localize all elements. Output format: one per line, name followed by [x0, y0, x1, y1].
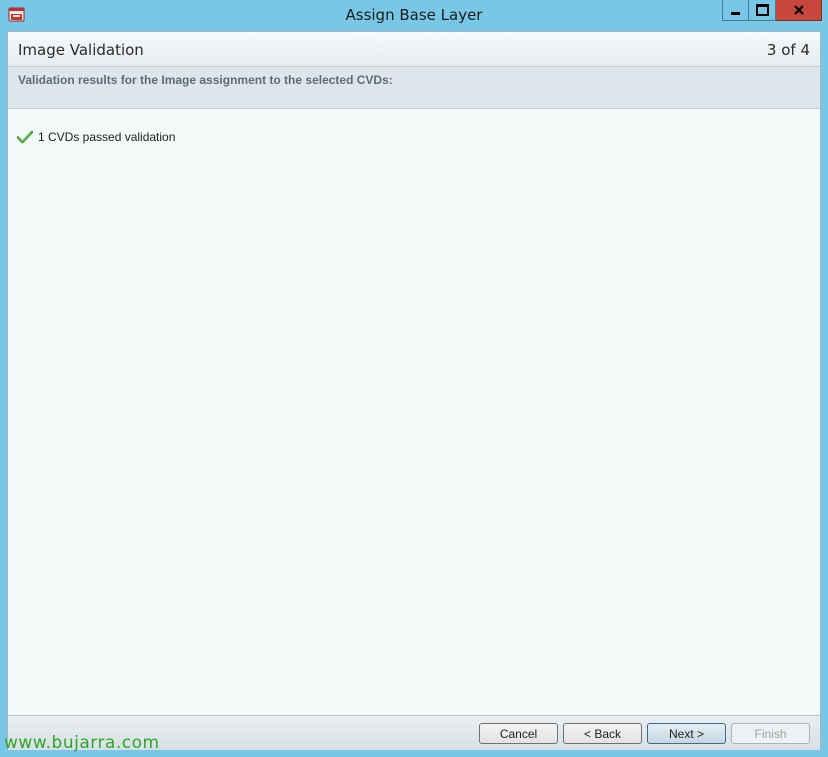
wizard-client-area: Image Validation 3 of 4 Validation resul…: [7, 31, 821, 750]
title-bar[interactable]: Assign Base Layer: [0, 0, 828, 30]
back-button[interactable]: < Back: [563, 723, 642, 744]
check-icon: [17, 130, 33, 144]
maximize-icon: [755, 4, 769, 16]
watermark: www.bujarra.com: [4, 733, 160, 753]
cancel-button[interactable]: Cancel: [479, 723, 558, 744]
result-text: 1 CVDs passed validation: [38, 130, 176, 144]
validation-results: 1 CVDs passed validation: [8, 109, 820, 715]
maximize-button[interactable]: [749, 0, 776, 21]
page-title: Image Validation: [18, 41, 144, 59]
caption-buttons: [722, 0, 822, 21]
list-item: 1 CVDs passed validation: [17, 130, 175, 144]
next-button[interactable]: Next >: [647, 723, 726, 744]
wizard-header: Image Validation 3 of 4: [8, 32, 820, 67]
subheader-text: Validation results for the Image assignm…: [18, 73, 393, 87]
minimize-icon: [731, 11, 740, 15]
wizard-subheader: Validation results for the Image assignm…: [8, 67, 820, 109]
minimize-button[interactable]: [722, 0, 749, 21]
close-button[interactable]: [776, 0, 822, 21]
close-icon: [793, 5, 804, 15]
window-title: Assign Base Layer: [345, 6, 483, 24]
finish-button: Finish: [731, 723, 810, 744]
step-indicator: 3 of 4: [766, 41, 810, 59]
wizard-window: Assign Base Layer Image Validation 3 of …: [0, 0, 828, 757]
